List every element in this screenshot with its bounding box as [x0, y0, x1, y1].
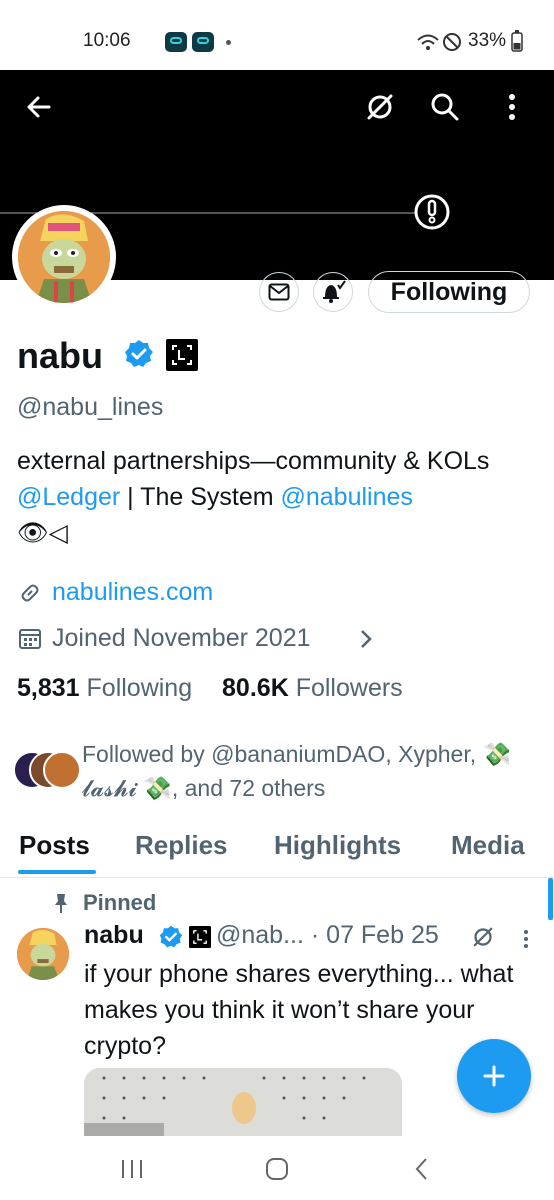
plus-icon	[483, 1065, 505, 1087]
followers-you-know-avatars[interactable]	[13, 751, 81, 789]
status-bar: 10:06 33%	[0, 0, 554, 70]
envelope-icon	[268, 283, 290, 301]
tab-media[interactable]: Media	[451, 830, 525, 861]
back-arrow-icon[interactable]	[24, 92, 54, 122]
battery-icon	[511, 30, 523, 52]
post-date: · 07 Feb 25	[310, 921, 439, 949]
dnd-icon	[443, 33, 461, 51]
wifi-icon	[417, 34, 439, 50]
recent-apps-icon[interactable]	[119, 1158, 145, 1180]
chevron-right-icon[interactable]	[358, 628, 374, 650]
joined-date[interactable]: Joined November 2021	[52, 624, 311, 653]
banner-logo-icon	[414, 194, 450, 230]
following-stat[interactable]: 5,831 Following	[17, 674, 192, 702]
post-more-icon[interactable]	[520, 928, 532, 950]
following-button[interactable]: Following	[368, 271, 530, 313]
tab-highlights[interactable]: Highlights	[274, 830, 401, 861]
app-notification-icon	[192, 32, 214, 52]
battery-percent: 33%	[468, 30, 507, 51]
bell-check-icon	[323, 280, 346, 303]
search-icon[interactable]	[429, 91, 461, 123]
system-navigation-bar	[0, 1136, 554, 1200]
back-icon[interactable]	[410, 1156, 434, 1182]
bio-text: external partnerships—community & KOLs	[17, 447, 490, 475]
profile-handle: @nabu_lines	[17, 393, 164, 421]
profile-bio: external partnerships—community & KOLs @…	[17, 443, 537, 551]
bio-mention-link[interactable]: @nabulines	[281, 483, 413, 511]
followers-stat[interactable]: 80.6K Followers	[222, 674, 403, 702]
pinned-label: Pinned	[83, 890, 157, 915]
grok-icon[interactable]	[471, 925, 495, 949]
follow-stats: 5,831 Following 80.6K Followers	[17, 674, 403, 703]
more-notifications-dot	[226, 40, 231, 45]
link-icon	[21, 584, 39, 602]
post-author-handle: @nab... · 07 Feb 25	[216, 921, 439, 949]
verified-badge-icon	[125, 340, 153, 367]
post-author-name[interactable]: nabu	[84, 921, 144, 950]
website-link[interactable]: nabulines.com	[52, 578, 213, 607]
bio-emoji: 👁◁	[17, 519, 68, 547]
post-media-image[interactable]	[84, 1068, 402, 1138]
profile-name: nabu	[17, 335, 103, 376]
app-notification-icon	[165, 32, 187, 52]
pin-icon	[55, 894, 67, 913]
grok-icon[interactable]	[364, 91, 396, 123]
followed-by-text[interactable]: Followed by @bananiumDAO, Xypher, 💸 𝓵𝓪𝓼𝓱…	[82, 737, 542, 805]
ledger-affiliate-icon[interactable]	[166, 339, 198, 371]
scrollbar[interactable]	[548, 878, 553, 920]
notifications-button[interactable]	[313, 272, 353, 312]
post-author-avatar[interactable]	[17, 928, 69, 980]
bio-mention-link[interactable]: @Ledger	[17, 483, 120, 511]
calendar-icon	[19, 629, 41, 649]
tab-replies[interactable]: Replies	[135, 830, 228, 861]
clock: 10:06	[83, 30, 131, 51]
message-button[interactable]	[259, 272, 299, 312]
post-text: if your phone shares everything... what …	[84, 960, 514, 1060]
bio-text: | The System	[120, 483, 281, 511]
verified-badge-icon	[159, 925, 183, 948]
ledger-affiliate-icon	[189, 926, 211, 948]
avatar[interactable]	[18, 211, 110, 303]
active-tab-indicator	[18, 870, 96, 874]
home-icon[interactable]	[264, 1156, 290, 1182]
more-options-icon[interactable]	[502, 92, 522, 122]
tabs-divider	[0, 877, 554, 878]
compose-post-button[interactable]	[457, 1039, 531, 1113]
tab-posts[interactable]: Posts	[19, 830, 90, 861]
